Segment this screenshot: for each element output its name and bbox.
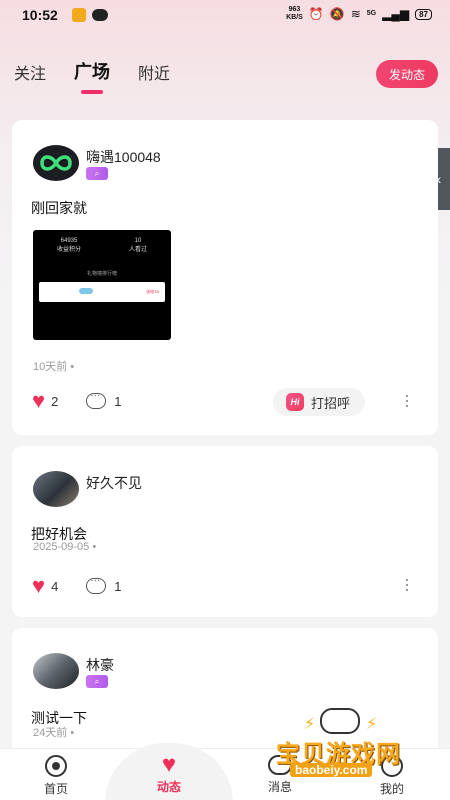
image-stat-caption: 人看过 <box>128 247 147 253</box>
active-tab-indicator <box>81 90 104 94</box>
status-indicators: 963 KB/S ⏰ 🔕 ≋ 5G ▂▄▆ 87 <box>286 6 432 22</box>
home-icon <box>45 755 67 777</box>
nav-feed[interactable]: ♥ 动态 <box>139 751 199 795</box>
level-badge: ⌕ <box>86 675 108 688</box>
image-stat-number: 10 <box>134 238 142 244</box>
wifi-icon: ≋ <box>350 7 361 21</box>
tab-following[interactable]: 关注 <box>14 60 46 84</box>
post-card[interactable]: 嗨遇100048 ⌕ 刚回家就 64935 收益积分 10 人看过 礼物墙排行榜 送… <box>12 120 438 435</box>
tab-square[interactable]: 广场 <box>74 58 111 94</box>
nav-home-label: 首页 <box>43 782 68 796</box>
signal-icon: ▂▄▆ <box>382 7 410 21</box>
greet-button[interactable]: Hi 打招呼 <box>273 388 365 416</box>
microphone-icon <box>72 8 86 22</box>
comment-icon[interactable] <box>86 390 107 409</box>
avatar[interactable] <box>33 653 79 689</box>
hi-icon: Hi <box>286 393 304 411</box>
image-strip-text: 送给TA <box>146 289 159 294</box>
greet-label: 打招呼 <box>311 395 351 411</box>
avatar[interactable] <box>33 145 79 181</box>
nav-home[interactable]: 首页 <box>26 755 86 797</box>
alarm-icon: ⏰ <box>308 7 324 21</box>
more-options-icon[interactable]: · · · <box>404 570 410 598</box>
image-gift-strip: 送给TA <box>39 282 165 302</box>
username[interactable]: 嗨遇100048 <box>86 147 161 167</box>
more-options-icon[interactable]: · · · <box>404 386 410 414</box>
spark-icon: ⚡ <box>366 716 378 733</box>
nav-feed-label: 动态 <box>156 780 181 794</box>
comment-count: 1 <box>114 393 122 409</box>
search-badge-icon: ⌕ <box>94 676 100 686</box>
status-bar: 10:52 963 KB/S ⏰ 🔕 ≋ 5G ▂▄▆ 87 <box>0 0 450 30</box>
feed-tabs: 关注 广场 附近 <box>14 58 170 94</box>
mute-icon: 🔕 <box>329 7 345 21</box>
username[interactable]: 林豪 <box>86 655 114 675</box>
image-strip-badge <box>79 288 93 294</box>
tab-following-label: 关注 <box>14 66 47 83</box>
status-time: 10:52 <box>22 7 58 23</box>
comment-icon[interactable] <box>86 575 107 594</box>
watermark-url: baobeiy.com <box>290 763 373 777</box>
image-caption: 礼物墙排行榜 <box>86 271 117 277</box>
heart-icon[interactable]: ♥ <box>32 390 45 412</box>
watermark: ⚡ ⚡ 宝贝游戏网 baobeiy.com <box>268 708 438 788</box>
net-speed: 963 KB/S <box>286 6 303 22</box>
like-count: 4 <box>51 578 59 594</box>
heart-icon[interactable]: ♥ <box>32 575 45 597</box>
image-stat-caption: 收益积分 <box>56 247 81 253</box>
post-actions: ♥ 2 1 <box>32 390 122 412</box>
spark-icon: ⚡ <box>304 716 316 733</box>
net-speed-value: 963 <box>288 6 301 13</box>
comment-count: 1 <box>114 578 122 594</box>
signal-label: 5G <box>366 10 377 17</box>
battery-icon: 87 <box>415 8 432 20</box>
post-text: 刚回家就 <box>31 200 87 216</box>
post-time: 10天前 • <box>33 361 75 373</box>
infinity-logo-icon <box>40 155 72 171</box>
tab-nearby[interactable]: 附近 <box>138 60 170 84</box>
post-actions: ♥ 4 1 <box>32 575 122 597</box>
post-time: 24天前 • <box>33 727 75 739</box>
image-stats: 64935 收益积分 10 人看过 <box>33 238 171 253</box>
search-badge-icon: ⌕ <box>94 168 100 178</box>
tab-square-label: 广场 <box>74 62 111 82</box>
tab-nearby-label: 附近 <box>138 66 171 83</box>
like-count: 2 <box>51 393 59 409</box>
heart-icon: ♥ <box>161 751 177 778</box>
level-badge: ⌕ <box>86 167 108 180</box>
avatar[interactable] <box>33 471 79 507</box>
post-image[interactable]: 64935 收益积分 10 人看过 礼物墙排行榜 送给TA <box>33 230 171 340</box>
chat-notification-icon <box>92 9 108 21</box>
net-speed-unit: KB/S <box>286 14 303 21</box>
gamepad-icon <box>320 708 360 734</box>
post-card[interactable]: 好久不见 把好机会 2025-09-05 • ♥ 4 1 ··· <box>12 446 438 617</box>
post-moment-button[interactable]: 发动态 <box>376 60 438 88</box>
image-stat-number: 64935 <box>60 238 78 244</box>
username[interactable]: 好久不见 <box>86 473 142 493</box>
post-time: 2025-09-05 • <box>33 541 97 553</box>
